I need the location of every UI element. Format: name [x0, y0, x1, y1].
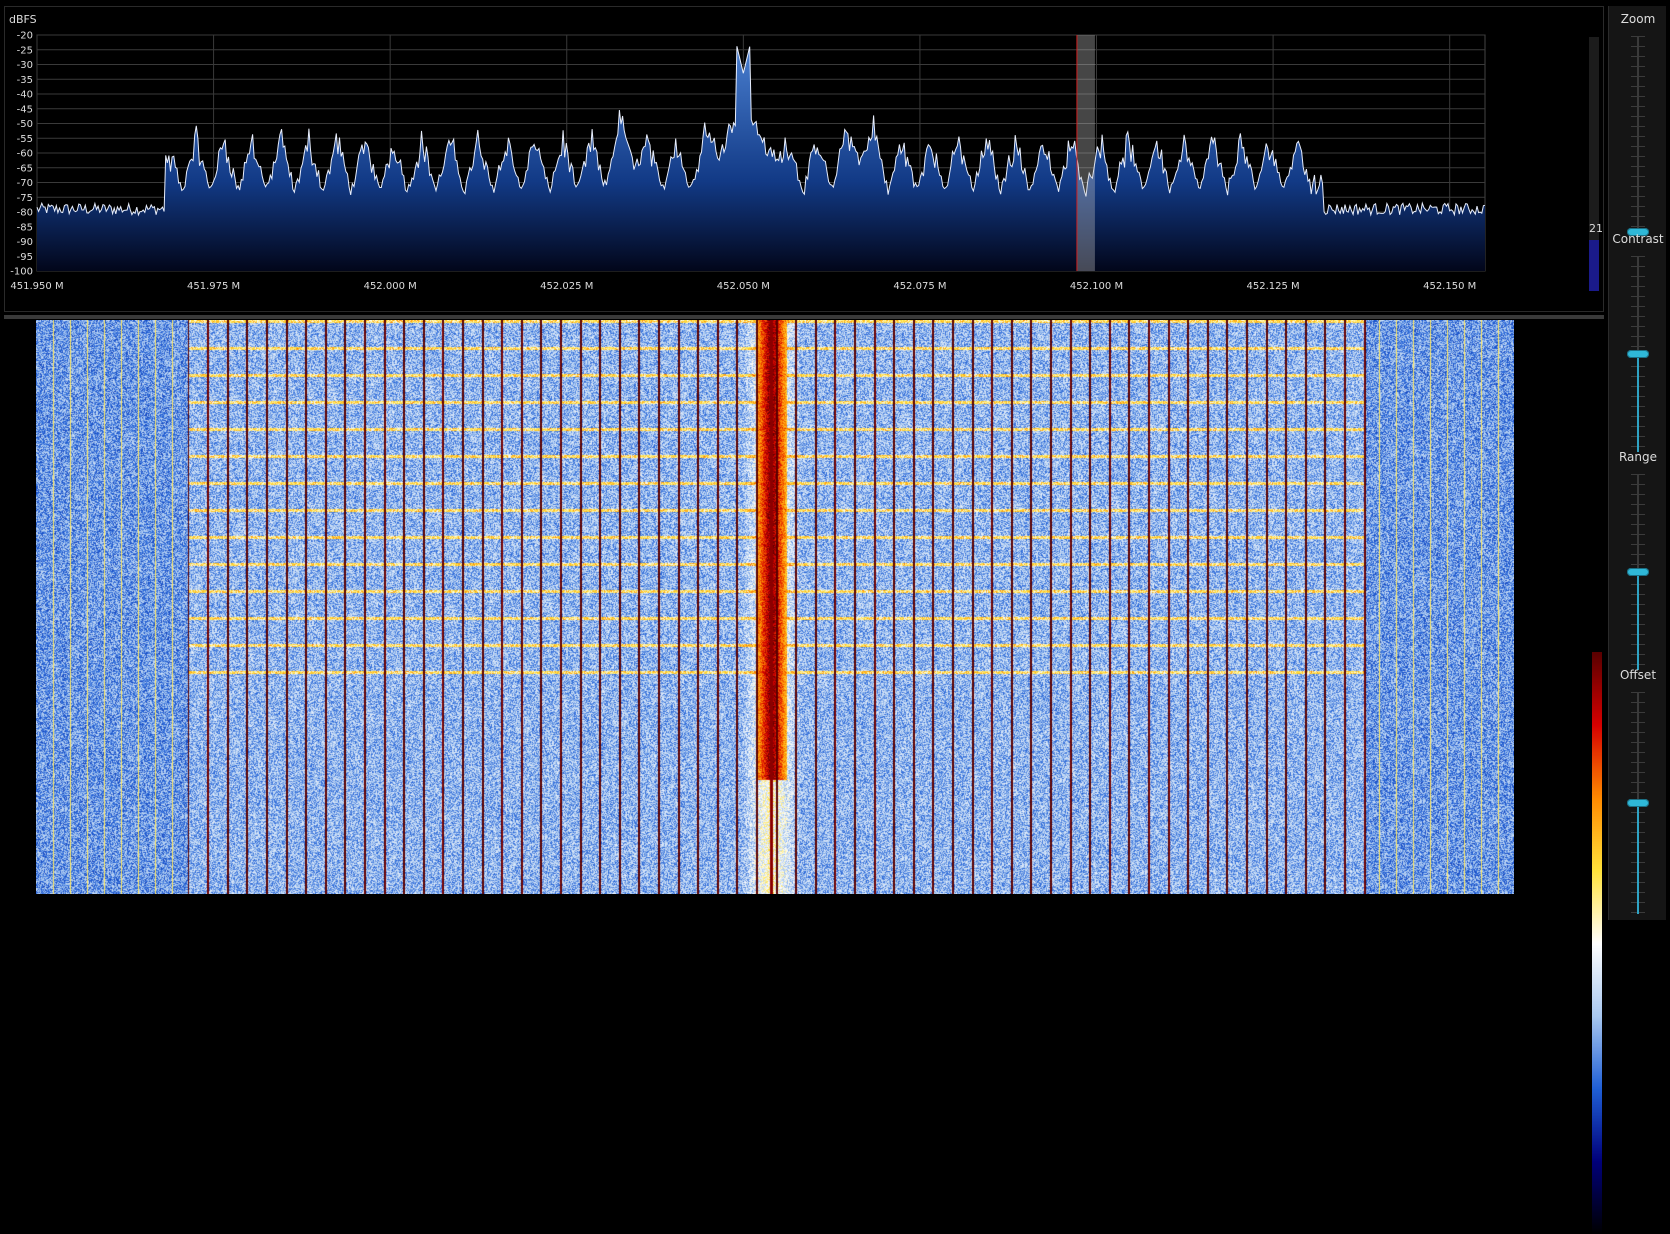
- y-tick-label: -80: [17, 208, 33, 219]
- range-slider-thumb[interactable]: [1627, 568, 1649, 576]
- y-tick-label: -75: [17, 193, 33, 204]
- x-tick-label: 452.050 M: [717, 281, 770, 292]
- slider-fill: [1637, 572, 1639, 670]
- x-tick-label: 452.100 M: [1070, 281, 1123, 292]
- y-tick-label: -85: [17, 222, 33, 233]
- vfo-marker-band: [1076, 35, 1095, 271]
- spectrum-plot[interactable]: -20 -25 -30 -35 -40 -45 -50 -55 -60 -65 -70 -75 -80 -…: [5, 7, 1603, 311]
- signal-level-bar: [1589, 37, 1599, 291]
- contrast-slider[interactable]: [1609, 256, 1667, 452]
- x-tick-label: 451.975 M: [187, 281, 240, 292]
- signal-level-readout: 21: [1589, 222, 1603, 235]
- y-tick-label: -30: [17, 60, 33, 71]
- waterfall-colorbar: [1592, 652, 1602, 1234]
- waterfall-display[interactable]: [36, 320, 1514, 894]
- range-slider[interactable]: [1609, 474, 1667, 670]
- slider-fill: [1637, 354, 1639, 452]
- y-tick-label: -60: [17, 149, 33, 160]
- x-tick-label: 452.025 M: [540, 281, 593, 292]
- y-tick-label: -95: [17, 252, 33, 263]
- x-tick-label: 451.950 M: [10, 281, 63, 292]
- x-tick-label: 452.000 M: [364, 281, 417, 292]
- y-tick-label: -70: [17, 178, 33, 189]
- y-tick-label: -40: [17, 90, 33, 101]
- panel-splitter[interactable]: [4, 315, 1604, 319]
- x-tick-label: 452.125 M: [1247, 281, 1300, 292]
- display-controls-panel: Zoom Contrast Range Offset: [1608, 6, 1666, 920]
- waterfall-panel[interactable]: [4, 320, 1604, 1234]
- y-tick-label: -55: [17, 134, 33, 145]
- slider-fill: [1637, 803, 1639, 914]
- x-tick-label: 452.075 M: [893, 281, 946, 292]
- spectrum-panel[interactable]: dBFS -20 -25 -30 -35 -40 -45 -50 -55 -60 -65 -70 -7…: [4, 6, 1604, 312]
- range-label: Range: [1618, 450, 1658, 464]
- signal-level-fill: [1589, 240, 1599, 291]
- slider-track: [1637, 36, 1639, 236]
- zoom-label: Zoom: [1620, 12, 1656, 26]
- offset-slider-thumb[interactable]: [1627, 799, 1649, 807]
- offset-label: Offset: [1619, 668, 1657, 682]
- x-tick-label: 452.150 M: [1423, 281, 1476, 292]
- zoom-slider[interactable]: [1609, 36, 1667, 236]
- y-tick-label: -45: [17, 104, 33, 115]
- y-tick-label: -35: [17, 75, 33, 86]
- y-tick-label: -50: [17, 119, 33, 130]
- y-tick-label: -20: [17, 31, 33, 42]
- contrast-label: Contrast: [1612, 232, 1664, 246]
- contrast-slider-thumb[interactable]: [1627, 350, 1649, 358]
- y-tick-label: -65: [17, 163, 33, 174]
- y-tick-label: -25: [17, 45, 33, 56]
- y-tick-label: -100: [10, 267, 33, 278]
- y-tick-label: -90: [17, 237, 33, 248]
- sdr-window: dBFS -20 -25 -30 -35 -40 -45 -50 -55 -60 -65 -70 -7…: [0, 0, 1670, 1234]
- offset-slider[interactable]: [1609, 692, 1667, 914]
